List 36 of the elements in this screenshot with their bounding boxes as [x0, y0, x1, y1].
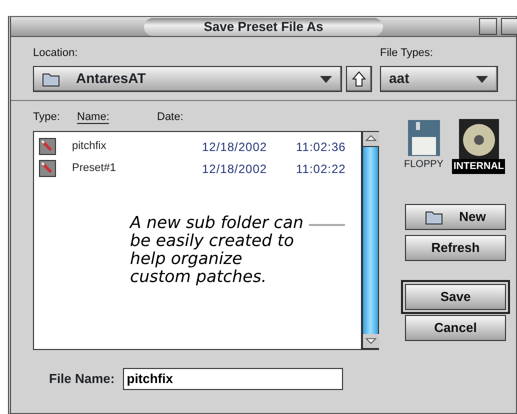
caret-icon: [475, 74, 489, 84]
leader-line: [309, 224, 345, 226]
file-date: 12/18/2002: [202, 160, 268, 178]
caret-icon: [319, 74, 333, 84]
file-name-field[interactable]: pitchfix: [122, 368, 343, 390]
collapse-button[interactable]: [479, 18, 497, 35]
window-title: Save Preset File As: [144, 18, 384, 36]
file-name[interactable]: Preset#1: [72, 160, 202, 177]
up-arrow-icon: [352, 70, 366, 86]
file-name[interactable]: pitchfix: [72, 138, 202, 155]
column-header[interactable]: Type:: [33, 110, 60, 122]
volume-label[interactable]: FLOPPY: [403, 156, 444, 172]
annotation-text: A new sub folder can be easily created to help organize custom patches.: [130, 214, 304, 286]
file-types-label: File Types:: [380, 46, 433, 61]
scroll-down-icon[interactable]: [363, 334, 379, 348]
file-types-dropdown[interactable]: aat: [380, 66, 498, 92]
column-header[interactable]: Name:: [77, 110, 110, 124]
up-folder-button[interactable]: [346, 66, 372, 92]
volume-label[interactable]: INTERNAL: [452, 158, 506, 174]
folder-icon: [42, 70, 60, 86]
file-icon: [39, 138, 56, 155]
close-button[interactable]: [501, 18, 517, 35]
location-label: Location:: [33, 46, 79, 61]
file-time: 11:02:22: [296, 160, 346, 178]
file-icon: [39, 160, 56, 177]
file-name-label: File Name:: [49, 370, 115, 388]
location-dropdown[interactable]: AntaresAT: [33, 66, 342, 92]
column-header[interactable]: Date:: [157, 110, 184, 122]
dialog-button[interactable]: Cancel: [405, 314, 506, 340]
new-folder-button[interactable]: New: [405, 204, 506, 230]
folder-icon: [425, 208, 444, 224]
file-date: 12/18/2002: [202, 138, 268, 156]
file-time: 11:02:36: [296, 138, 346, 156]
scrollbar[interactable]: [362, 130, 379, 350]
scroll-up-icon[interactable]: [363, 132, 379, 146]
dialog-button[interactable]: Refresh: [405, 234, 506, 260]
